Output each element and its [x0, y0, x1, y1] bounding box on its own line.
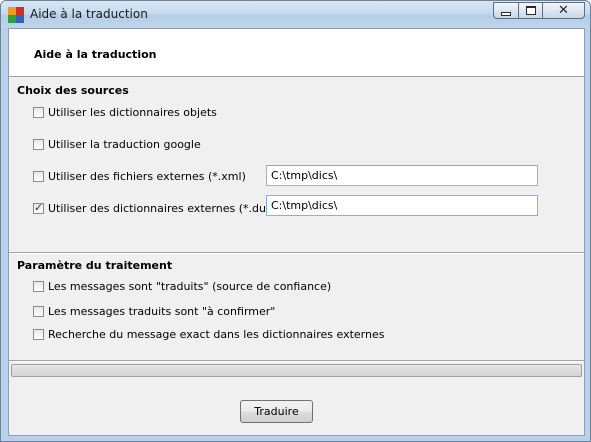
section-divider	[9, 252, 584, 254]
object-dictionaries-label: Utiliser les dictionnaires objets	[48, 105, 217, 119]
external-dut-path-input[interactable]: C:\tmp\dics\	[266, 195, 538, 216]
exact-match-label: Recherche du message exact dans les dict…	[48, 327, 385, 341]
progress-divider	[9, 360, 584, 362]
google-translation-checkbox[interactable]	[33, 138, 44, 150]
window-title: Aide à la traduction	[30, 7, 148, 21]
minimize-button[interactable]	[493, 2, 518, 19]
header-panel: Aide à la traduction	[9, 29, 584, 77]
to-confirm-checkbox[interactable]	[33, 305, 44, 317]
close-icon: ✕	[558, 3, 569, 18]
option-trusted-source[interactable]: Les messages sont "traduits" (source de …	[33, 279, 331, 293]
sources-section-title: Choix des sources	[17, 84, 129, 97]
option-external-dut-dictionaries[interactable]: Utiliser des dictionnaires externes (*.d…	[33, 201, 275, 215]
exact-match-checkbox[interactable]	[33, 328, 44, 340]
dialog-content: Aide à la traduction Choix des sources U…	[8, 28, 585, 436]
title-bar[interactable]: Aide à la traduction ✕	[1, 1, 590, 28]
close-button[interactable]: ✕	[542, 2, 585, 19]
google-translation-label: Utiliser la traduction google	[48, 137, 201, 151]
trusted-source-label: Les messages sont "traduits" (source de …	[48, 279, 332, 293]
object-dictionaries-checkbox[interactable]	[33, 106, 44, 118]
window-controls: ✕	[493, 2, 585, 19]
external-dut-label: Utiliser des dictionnaires externes (*.d…	[48, 201, 275, 215]
header-title: Aide à la traduction	[34, 48, 157, 61]
maximize-button[interactable]	[518, 2, 542, 19]
option-exact-match[interactable]: Recherche du message exact dans les dict…	[33, 327, 384, 341]
external-xml-label: Utiliser des fichiers externes (*.xml)	[48, 169, 246, 183]
option-to-confirm[interactable]: Les messages traduits sont "à confirmer"	[33, 304, 275, 318]
external-dut-checkbox[interactable]	[33, 201, 44, 214]
to-confirm-label: Les messages traduits sont "à confirmer"	[48, 304, 276, 318]
minimize-icon	[501, 11, 511, 16]
progress-bar	[11, 364, 582, 377]
treatment-section-title: Paramètre du traitement	[17, 259, 173, 272]
translate-button[interactable]: Traduire	[240, 400, 313, 423]
option-external-xml-files[interactable]: Utiliser des fichiers externes (*.xml)	[33, 169, 246, 183]
external-xml-checkbox[interactable]	[33, 170, 44, 182]
trusted-source-checkbox[interactable]	[33, 280, 44, 292]
maximize-icon	[525, 6, 536, 15]
option-google-translation[interactable]: Utiliser la traduction google	[33, 137, 201, 151]
app-icon	[8, 7, 24, 23]
dialog-window: Aide à la traduction ✕ Aide à la traduct…	[0, 0, 591, 442]
external-xml-path-input[interactable]: C:\tmp\dics\	[266, 165, 538, 186]
option-object-dictionaries[interactable]: Utiliser les dictionnaires objets	[33, 105, 217, 119]
